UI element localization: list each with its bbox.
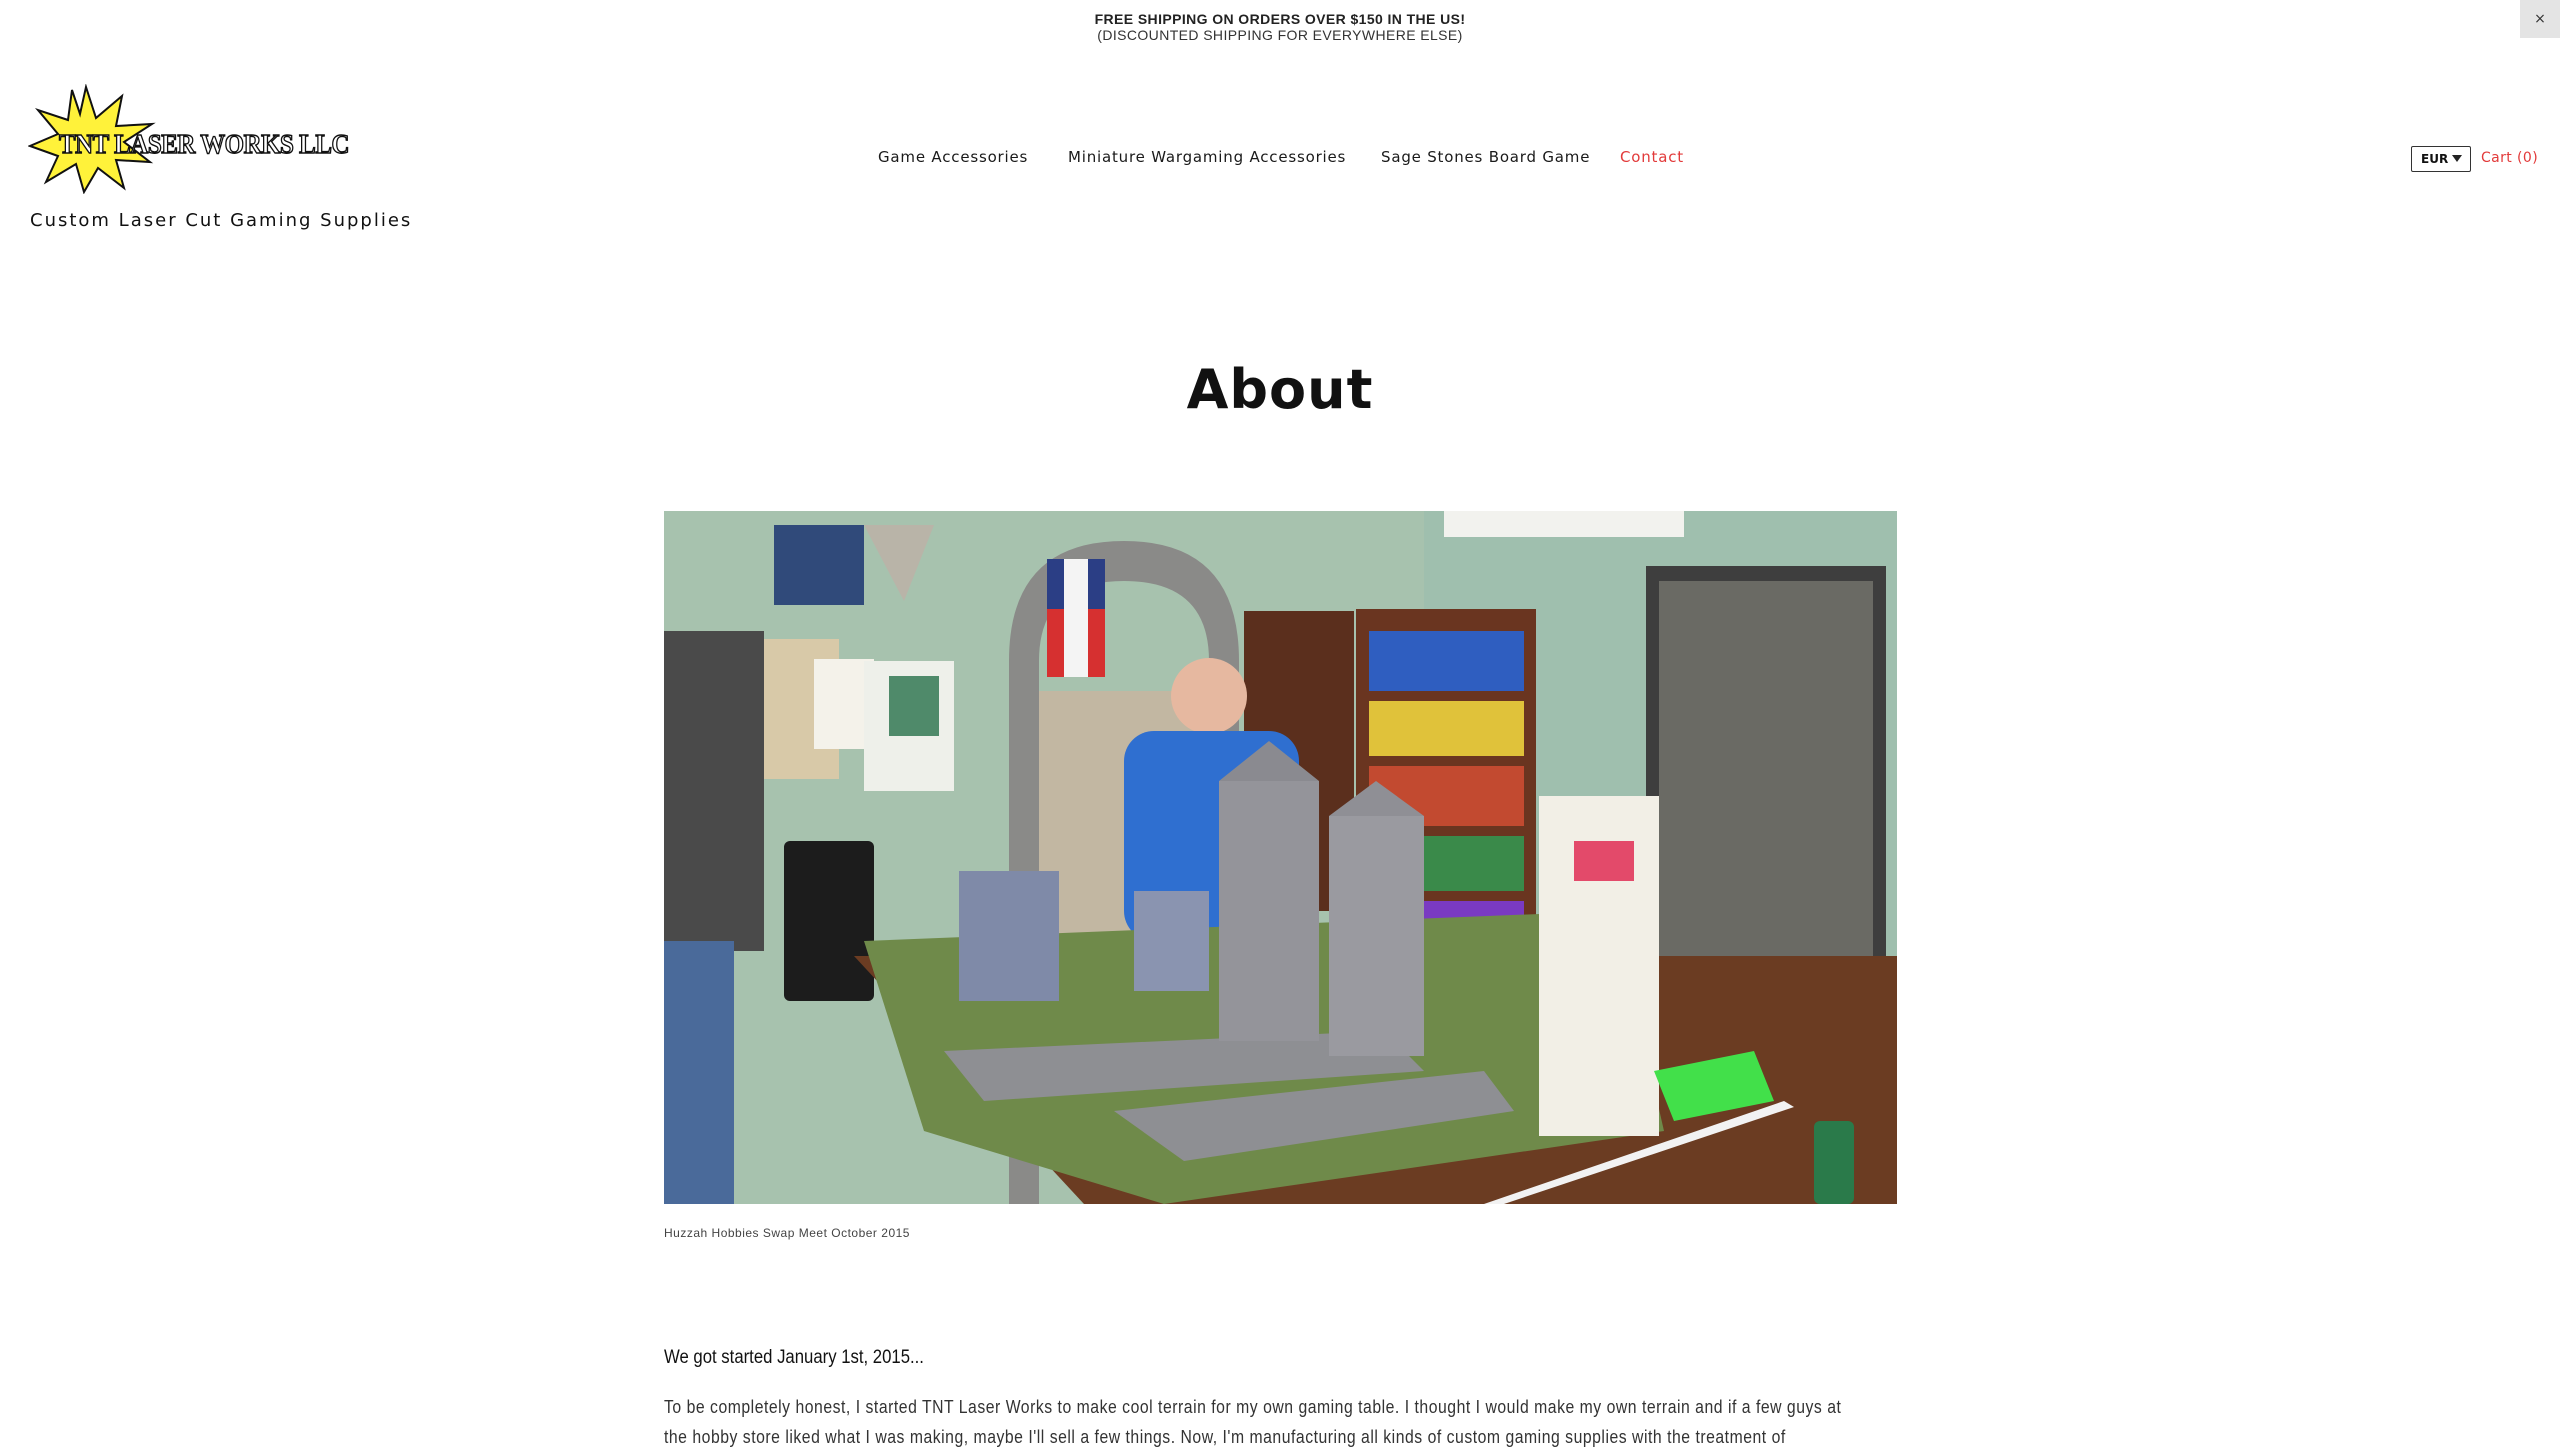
about-photo: [664, 511, 1897, 1204]
close-promo-button[interactable]: ×: [2520, 0, 2560, 38]
promo-free-shipping-text: FREE SHIPPING ON ORDERS OVER $150 IN THE…: [1094, 11, 1466, 27]
nav-sage-stones-board-game[interactable]: Sage Stones Board Game: [1381, 148, 1590, 166]
caret-down-icon: [2452, 155, 2462, 162]
main-nav: Game Accessories Miniature Wargaming Acc…: [0, 148, 2560, 170]
promo-banner: FREE SHIPPING ON ORDERS OVER $150 IN THE…: [0, 0, 2560, 60]
nav-contact[interactable]: Contact: [1620, 148, 1684, 166]
intro-heading: We got started January 1st, 2015...: [664, 1347, 924, 1368]
site-logo[interactable]: TNT LASER WORKS LLC: [28, 84, 358, 194]
currency-value: EUR: [2421, 152, 2449, 166]
promo-discount-text: (DISCOUNTED SHIPPING FOR EVERYWHERE ELSE…: [1097, 27, 1463, 43]
about-body-text: To be completely honest, I started TNT L…: [664, 1397, 1842, 1447]
nav-miniature-wargaming-accessories[interactable]: Miniature Wargaming Accessories: [1068, 148, 1346, 166]
photo-caption: Huzzah Hobbies Swap Meet October 2015: [664, 1226, 910, 1240]
nav-game-accessories[interactable]: Game Accessories: [878, 148, 1028, 166]
currency-select[interactable]: EUR: [2411, 146, 2471, 172]
site-tagline: Custom Laser Cut Gaming Supplies: [30, 210, 413, 231]
cart-link[interactable]: Cart (0): [2481, 150, 2538, 166]
logo-star-icon: TNT LASER WORKS LLC: [28, 84, 350, 194]
page-title: About: [1186, 358, 1374, 421]
